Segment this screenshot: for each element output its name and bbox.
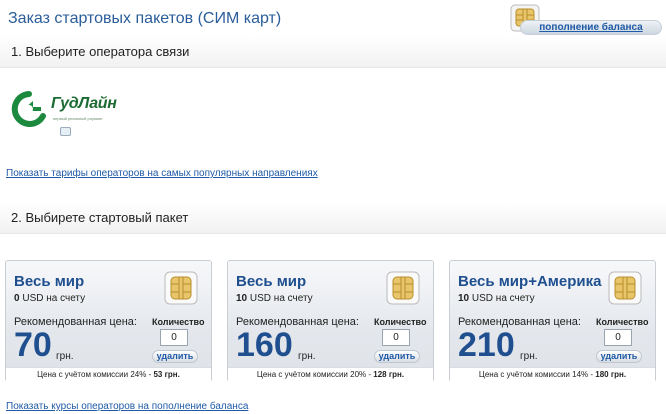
package-card: Весь мир 10 USD на счету Рекомендованная… — [227, 260, 434, 382]
quantity-label: Количество — [596, 317, 649, 327]
quantity-label: Количество — [152, 317, 205, 327]
package-card: Весь мир+Америка 10 USD на счету Рекомен… — [449, 260, 656, 382]
section-operator-heading: 1. Выберите оператора связи — [11, 44, 190, 59]
commission-price: Цена с учётом комиссии 14% - 180 грн. — [450, 367, 655, 382]
package-price: 210 — [458, 326, 515, 364]
section-package-heading: 2. Выбирете стартовый пакет — [11, 210, 189, 225]
sim-card-icon — [608, 271, 642, 305]
price-currency: грн. — [520, 351, 538, 362]
operator-goodline[interactable]: ГудЛайн первый реальный роуминг — [9, 90, 121, 136]
page-title: Заказ стартовых пакетов (СИМ карт) — [8, 10, 282, 27]
sim-card-icon — [386, 271, 420, 305]
show-tariffs-link[interactable]: Показать тарифы операторов на самых попу… — [6, 168, 318, 179]
section-operator-header: 1. Выберите оператора связи — [0, 36, 666, 68]
price-currency: грн. — [56, 351, 74, 362]
package-title: Весь мир — [14, 273, 85, 290]
package-balance: 0 USD на счету — [14, 293, 86, 304]
package-balance: 10 USD на счету — [236, 293, 313, 304]
section-package-header: 2. Выбирете стартовый пакет — [0, 202, 666, 234]
operator-slogan: первый реальный роуминг — [53, 116, 103, 121]
package-title: Весь мир+Америка — [458, 273, 602, 290]
operator-select-checkbox[interactable] — [60, 127, 71, 136]
package-title: Весь мир — [236, 273, 307, 290]
delete-button[interactable]: удалить — [152, 350, 198, 363]
commission-price: Цена с учётом комиссии 24% - 53 грн. — [6, 367, 211, 382]
commission-price: Цена с учётом комиссии 20% - 128 грн. — [228, 367, 433, 382]
delete-button[interactable]: удалить — [596, 350, 642, 363]
sim-card-icon — [164, 271, 198, 305]
quantity-input[interactable]: 0 — [382, 329, 410, 346]
package-card: Весь мир 0 USD на счету Рекомендованная … — [5, 260, 212, 382]
quantity-input[interactable]: 0 — [604, 329, 632, 346]
delete-button[interactable]: удалить — [374, 350, 420, 363]
operator-name: ГудЛайн — [51, 95, 117, 112]
quantity-input[interactable]: 0 — [160, 329, 188, 346]
price-currency: грн. — [298, 351, 316, 362]
goodline-logo-icon — [11, 91, 46, 127]
topup-balance-button[interactable]: пополнение баланса — [520, 20, 662, 35]
quantity-label: Количество — [374, 317, 427, 327]
package-balance: 10 USD на счету — [458, 293, 535, 304]
show-rates-link[interactable]: Показать курсы операторов на пополнение … — [6, 401, 248, 412]
package-price: 70 — [14, 326, 52, 364]
package-price: 160 — [236, 326, 293, 364]
topup-widget[interactable]: пополнение баланса — [506, 2, 664, 36]
